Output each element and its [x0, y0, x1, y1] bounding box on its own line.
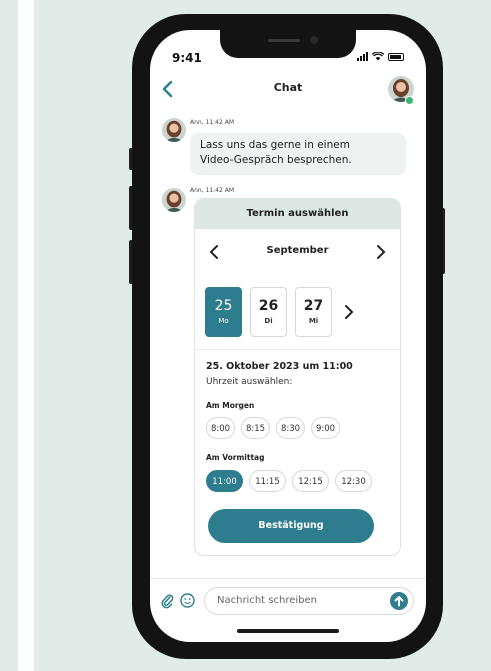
selected-datetime: 25. Oktober 2023 um 11:00 — [206, 361, 353, 372]
phone-screen: 9:41 Chat Ann, 11:42 AM Lass uns das ger… — [150, 30, 426, 642]
page-title: Chat — [273, 81, 303, 94]
day-weekday: Di — [264, 317, 273, 325]
day-picker: 25 Mo 26 Di 27 Mi — [205, 287, 356, 337]
signal-icon — [357, 52, 368, 61]
time-slot[interactable]: 8:30 — [276, 417, 305, 439]
time-slot[interactable]: 8:00 — [206, 417, 235, 439]
time-slot[interactable]: 8:15 — [241, 417, 270, 439]
camera — [310, 36, 318, 44]
next-days-icon[interactable] — [340, 303, 356, 321]
sender-avatar — [162, 118, 186, 142]
message-composer: Nachricht schreiben — [150, 578, 426, 623]
confirm-button[interactable]: Bestätigung — [208, 509, 374, 543]
section-label: Am Morgen — [206, 401, 255, 410]
status-time: 9:41 — [172, 51, 202, 65]
time-slots: 8:00 8:15 8:30 9:00 — [206, 417, 340, 439]
notch — [220, 30, 356, 58]
time-slot[interactable]: 12:15 — [292, 470, 329, 492]
send-icon[interactable] — [390, 592, 408, 610]
message-meta: Ann, 11:42 AM — [190, 187, 235, 194]
attachment-icon[interactable] — [160, 593, 174, 609]
time-slot[interactable]: 11:15 — [249, 470, 286, 492]
appointment-card: Termin auswählen September 25 Mo 26 Di 2… — [194, 198, 401, 556]
message-bubble: Lass uns das gerne in einem Video-Gesprä… — [190, 133, 406, 175]
sender-avatar — [162, 188, 186, 212]
month-selector: September — [195, 237, 400, 267]
time-slot[interactable]: 9:00 — [311, 417, 340, 439]
home-indicator — [237, 629, 339, 633]
emoji-icon[interactable] — [180, 593, 195, 608]
day-number: 27 — [303, 298, 324, 314]
time-slot[interactable]: 12:30 — [335, 470, 372, 492]
section-label: Am Vormittag — [206, 453, 265, 462]
day-option[interactable]: 27 Mi — [295, 287, 332, 337]
message-meta: Ann, 11:42 AM — [190, 119, 235, 126]
message-line: Video-Gespräch besprechen. — [200, 154, 352, 166]
card-title: Termin auswählen — [195, 199, 400, 229]
battery-icon — [388, 52, 404, 61]
day-weekday: Mi — [308, 317, 319, 325]
message-line: Lass uns das gerne in einem — [200, 139, 350, 151]
chat-header: Chat — [150, 72, 426, 106]
online-status-dot — [405, 96, 414, 105]
wifi-icon — [372, 52, 384, 61]
day-number: 25 — [214, 298, 233, 314]
speaker — [268, 39, 300, 42]
background-strip — [0, 0, 18, 671]
choose-time-label: Uhrzeit auswählen: — [206, 377, 293, 387]
month-label: September — [266, 245, 329, 256]
time-slots: 11:00 11:15 12:15 12:30 — [206, 470, 372, 492]
divider — [195, 349, 400, 350]
day-option-selected[interactable]: 25 Mo — [205, 287, 242, 337]
status-icons — [357, 52, 404, 61]
next-month-icon[interactable] — [372, 243, 388, 261]
day-weekday: Mo — [218, 317, 229, 325]
day-number: 26 — [258, 298, 279, 314]
message-input[interactable]: Nachricht schreiben — [204, 587, 414, 615]
time-slot-selected[interactable]: 11:00 — [206, 470, 243, 492]
day-option[interactable]: 26 Di — [250, 287, 287, 337]
